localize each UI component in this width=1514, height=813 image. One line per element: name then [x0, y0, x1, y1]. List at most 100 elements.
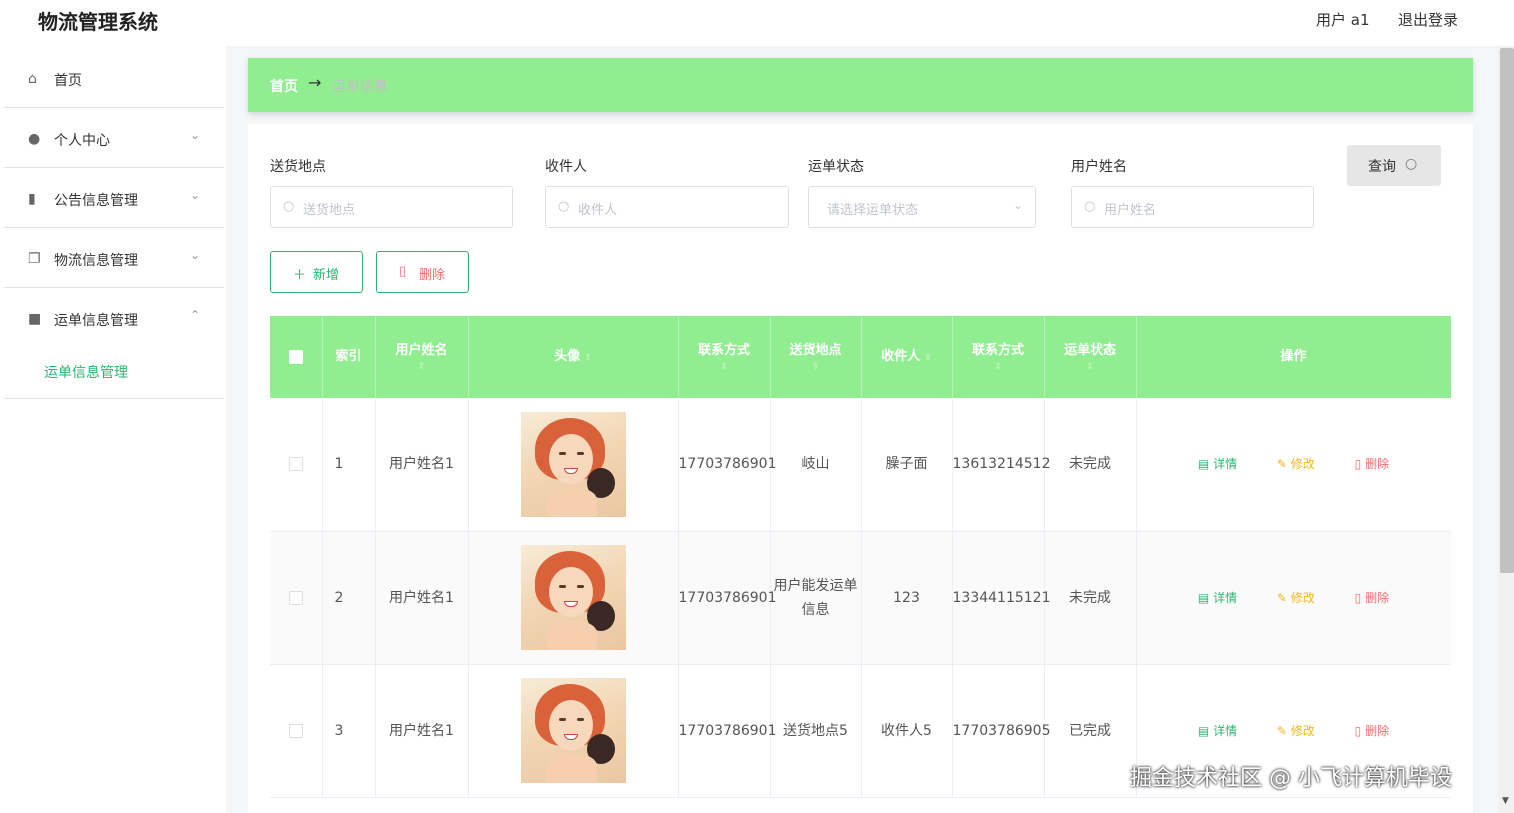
search-icon: ○ [1084, 199, 1096, 214]
add-button-label: 新增 [313, 268, 340, 283]
sidebar-item-label: 运单信息管理 [54, 313, 138, 329]
home-icon: ⌂ [28, 71, 37, 87]
address-cell: 用户能发运单信息 [770, 531, 862, 665]
address-cell: 送货地点5 [770, 664, 862, 798]
watermark: 掘金技术社区 @ 小飞计算机毕设 [1130, 766, 1452, 791]
status-cell: 已完成 [1044, 664, 1137, 798]
username-cell: 用户姓名1 [375, 531, 469, 665]
column-header[interactable]: 联系方式 ⇕ [952, 316, 1045, 398]
detail-button[interactable]: ▤ 详情 [1198, 452, 1237, 476]
scroll-down-icon[interactable]: ▼ [1502, 796, 1509, 806]
chevron-up-icon: ⌃ [190, 308, 201, 322]
sidebar-item-label: 个人中心 [54, 133, 110, 149]
receiver-input[interactable]: ○ 收件人 [545, 186, 789, 228]
column-header[interactable]: 送货地点 ⇕ [770, 316, 862, 398]
sidebar-item-notice[interactable]: ▮ 公告信息管理 ⌄ [4, 168, 224, 228]
phone-cell: 17703786901 [678, 664, 776, 798]
sidebar-item-personal-center[interactable]: ● 个人中心 ⌄ [4, 108, 224, 168]
sort-icon[interactable]: ⇕ [584, 353, 592, 363]
current-user: 用户 a1 [1316, 11, 1370, 29]
username-cell: 用户姓名1 [375, 664, 469, 798]
row-delete-button[interactable]: ▯ 删除 [1355, 719, 1389, 743]
logout-link[interactable]: 退出登录 [1398, 9, 1458, 30]
index-cell: 2 [322, 531, 376, 665]
divider [4, 398, 224, 399]
sidebar-item-waybill[interactable]: ■ 运单信息管理 ⌃ [4, 288, 224, 348]
receiver-phone-cell: 13344115121 [952, 531, 1050, 665]
search-icon: ○ [283, 199, 295, 214]
column-header[interactable]: 运单状态 ⇕ [1044, 316, 1137, 398]
status-cell: 未完成 [1044, 398, 1137, 532]
receiver-cell: 臊子面 [861, 398, 953, 532]
breadcrumb-current: 运单信息 [332, 79, 388, 95]
sidebar-item-label: 公告信息管理 [54, 193, 138, 209]
sidebar: ⌂ 首页 ● 个人中心 ⌄ ▮ 公告信息管理 ⌄ ❐ 物流信息管理 ⌄ ■ 运单… [0, 46, 226, 813]
scrollbar-thumb[interactable] [1500, 48, 1514, 573]
row-delete-button[interactable]: ▯ 删除 [1355, 452, 1389, 476]
sort-icon[interactable]: ⇕ [679, 361, 770, 373]
username-input[interactable]: ○ 用户姓名 [1071, 186, 1314, 228]
chart-icon: ▮ [28, 191, 36, 207]
row-checkbox[interactable] [288, 723, 303, 738]
column-header[interactable]: 用户姓名 ⇕ [375, 316, 469, 398]
sort-icon[interactable]: ⇕ [1045, 361, 1136, 373]
receiver-phone-cell: 17703786905 [952, 664, 1050, 798]
delete-button[interactable]: ▯ 删除 [376, 251, 469, 293]
receiver-phone-cell: 13613214512 [952, 398, 1050, 532]
sidebar-subitem-waybill[interactable]: 运单信息管理 [44, 362, 128, 382]
delete-button-label: 删除 [419, 268, 446, 283]
edit-button[interactable]: ✎ 修改 [1277, 719, 1315, 743]
avatar [520, 545, 626, 650]
sort-icon[interactable]: ⇕ [924, 353, 932, 363]
table-row: 1 用户姓名1 17703786901 岐山 臊子面 13613214512 未… [270, 398, 1451, 532]
chevron-down-icon: ⌄ [190, 128, 201, 142]
user-icon: ● [28, 131, 41, 147]
edit-button[interactable]: ✎ 修改 [1277, 586, 1315, 610]
plus-icon: ＋ [293, 268, 307, 283]
table-header: 索引 用户姓名 ⇕ 头像 ⇕ 联系方式 ⇕ 送货地点 ⇕ 收件人 ⇕ 联系方式 ⇕ 运单状态… [270, 316, 1451, 398]
avatar [520, 411, 626, 517]
breadcrumb-home[interactable]: 首页 [270, 76, 298, 96]
column-header[interactable]: 头像 ⇕ [468, 316, 679, 398]
column-header[interactable]: 收件人 ⇕ [861, 316, 953, 398]
phone-cell: 17703786901 [678, 398, 776, 532]
sort-icon[interactable]: ⇕ [376, 361, 468, 373]
sidebar-item-logistics[interactable]: ❐ 物流信息管理 ⌄ [4, 228, 224, 288]
detail-button[interactable]: ▤ 详情 [1198, 586, 1237, 610]
status-placeholder: 请选择运单状态 [827, 203, 919, 218]
chevron-down-icon: ⌄ [1012, 198, 1023, 212]
search-icon: ○ [1405, 156, 1418, 172]
username-cell: 用户姓名1 [375, 398, 469, 532]
status-select[interactable]: 请选择运单状态 ⌄ [808, 186, 1036, 228]
add-button[interactable]: ＋ 新增 [270, 251, 363, 293]
chevron-down-icon: ⌄ [190, 188, 201, 202]
username-label: 用户姓名 [1071, 159, 1127, 175]
receiver-label: 收件人 [545, 159, 587, 175]
row-delete-button[interactable]: ▯ 删除 [1355, 586, 1389, 610]
query-button[interactable]: 查询 ○ [1347, 145, 1441, 186]
top-bar: 物流管理系统 用户 a1 退出登录 [0, 0, 1514, 46]
row-checkbox[interactable] [288, 457, 303, 472]
sort-icon[interactable]: ⇕ [771, 361, 861, 373]
receiver-cell: 收件人5 [861, 664, 953, 798]
chevron-down-icon: ⌄ [190, 248, 201, 262]
sidebar-item-home[interactable]: ⌂ 首页 [4, 48, 224, 108]
address-input[interactable]: ○ 送货地点 [270, 186, 513, 228]
index-cell: 1 [322, 398, 376, 532]
sidebar-item-label: 物流信息管理 [54, 253, 138, 269]
detail-button[interactable]: ▤ 详情 [1198, 719, 1237, 743]
sort-icon[interactable]: ⇕ [953, 361, 1044, 373]
column-header[interactable]: 联系方式 ⇕ [678, 316, 771, 398]
index-cell: 3 [322, 664, 376, 798]
status-cell: 未完成 [1044, 531, 1137, 665]
address-placeholder: 送货地点 [303, 203, 356, 218]
row-checkbox[interactable] [288, 590, 303, 605]
edit-button[interactable]: ✎ 修改 [1277, 452, 1315, 476]
status-label: 运单状态 [808, 159, 864, 175]
select-all-checkbox[interactable] [288, 349, 303, 364]
arrow-right-icon: → [308, 73, 322, 92]
select-all[interactable] [270, 316, 323, 398]
search-icon: ○ [558, 199, 570, 214]
receiver-placeholder: 收件人 [578, 203, 618, 218]
app-title: 物流管理系统 [38, 10, 158, 34]
